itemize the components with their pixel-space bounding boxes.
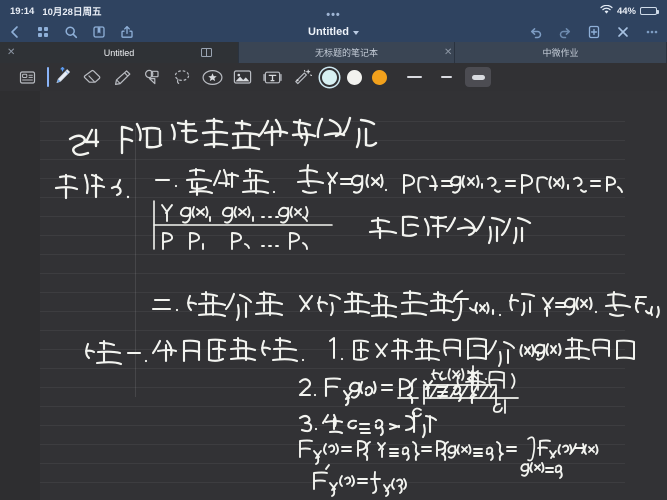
tab-label: 中微作业	[542, 48, 579, 58]
stroke-width-group	[398, 67, 494, 87]
bookmark-icon[interactable]	[92, 25, 106, 39]
overflow-dots-indicator: •••	[326, 9, 341, 21]
navigation-bar: ••• Untitled	[0, 10, 667, 42]
stroke-width-thin[interactable]	[401, 67, 427, 87]
note-canvas[interactable]	[0, 91, 667, 500]
nav-left-group	[8, 25, 134, 39]
stroke-width-medium[interactable]	[433, 67, 459, 87]
magic-wand-icon[interactable]	[287, 65, 317, 89]
lasso-icon[interactable]	[167, 65, 197, 89]
chevron-down-icon	[352, 31, 359, 35]
margin-rule-line	[135, 127, 136, 397]
image-icon[interactable]	[227, 65, 257, 89]
pen-icon[interactable]	[47, 65, 77, 89]
note-paper	[40, 91, 667, 500]
page-layout-icon[interactable]	[12, 65, 42, 89]
status-time: 19:14	[10, 5, 35, 17]
status-date: 10月28日周五	[42, 7, 102, 18]
split-view-icon[interactable]	[201, 48, 212, 57]
status-bar-left: 19:14 10月28日周五	[10, 4, 102, 19]
shapes-icon[interactable]	[137, 65, 167, 89]
color-swatch-white[interactable]	[347, 69, 362, 85]
share-icon[interactable]	[120, 25, 134, 39]
stroke-width-thick[interactable]	[465, 67, 491, 87]
tab-bar: ✕ Untitled 无标题的笔记本 ✕ 中微作业	[0, 42, 667, 63]
thumbnails-grid-icon[interactable]	[36, 25, 50, 39]
color-swatch-orange[interactable]	[372, 69, 387, 85]
tab-label: 无标题的笔记本	[314, 48, 378, 58]
highlighter-icon[interactable]	[107, 65, 137, 89]
eraser-icon[interactable]	[77, 65, 107, 89]
document-title-label: Untitled	[308, 26, 349, 38]
tab-close-icon[interactable]: ✕	[444, 47, 452, 58]
notes-app-window: 19:14 10月28日周五 44% ••• Untitled ✕ Untitl…	[0, 0, 667, 500]
tab-notebook-untitled[interactable]: 无标题的笔记本 ✕	[239, 42, 455, 63]
status-bar-right: 44%	[600, 4, 659, 18]
wifi-icon	[600, 4, 613, 18]
redo-icon[interactable]	[558, 25, 572, 39]
add-page-icon[interactable]	[587, 25, 601, 39]
tab-untitled[interactable]: ✕ Untitled	[0, 42, 239, 63]
tab-label: Untitled	[103, 47, 135, 58]
battery-percent-label: 44%	[616, 5, 636, 17]
back-icon[interactable]	[8, 25, 22, 39]
search-icon[interactable]	[64, 25, 78, 39]
undo-icon[interactable]	[529, 25, 543, 39]
ruled-lines	[40, 91, 625, 500]
sticker-icon[interactable]	[197, 65, 227, 89]
document-title-button[interactable]: ••• Untitled	[308, 10, 359, 38]
nav-right-group	[529, 25, 659, 39]
tab-homework[interactable]: 中微作业	[455, 42, 667, 63]
drawing-toolbar	[0, 63, 667, 91]
color-swatch-cyan[interactable]	[322, 69, 337, 85]
close-icon[interactable]	[616, 25, 630, 39]
tab-close-icon[interactable]: ✕	[7, 47, 15, 58]
text-box-icon[interactable]	[257, 65, 287, 89]
battery-icon	[640, 7, 659, 15]
more-icon[interactable]	[645, 25, 659, 39]
